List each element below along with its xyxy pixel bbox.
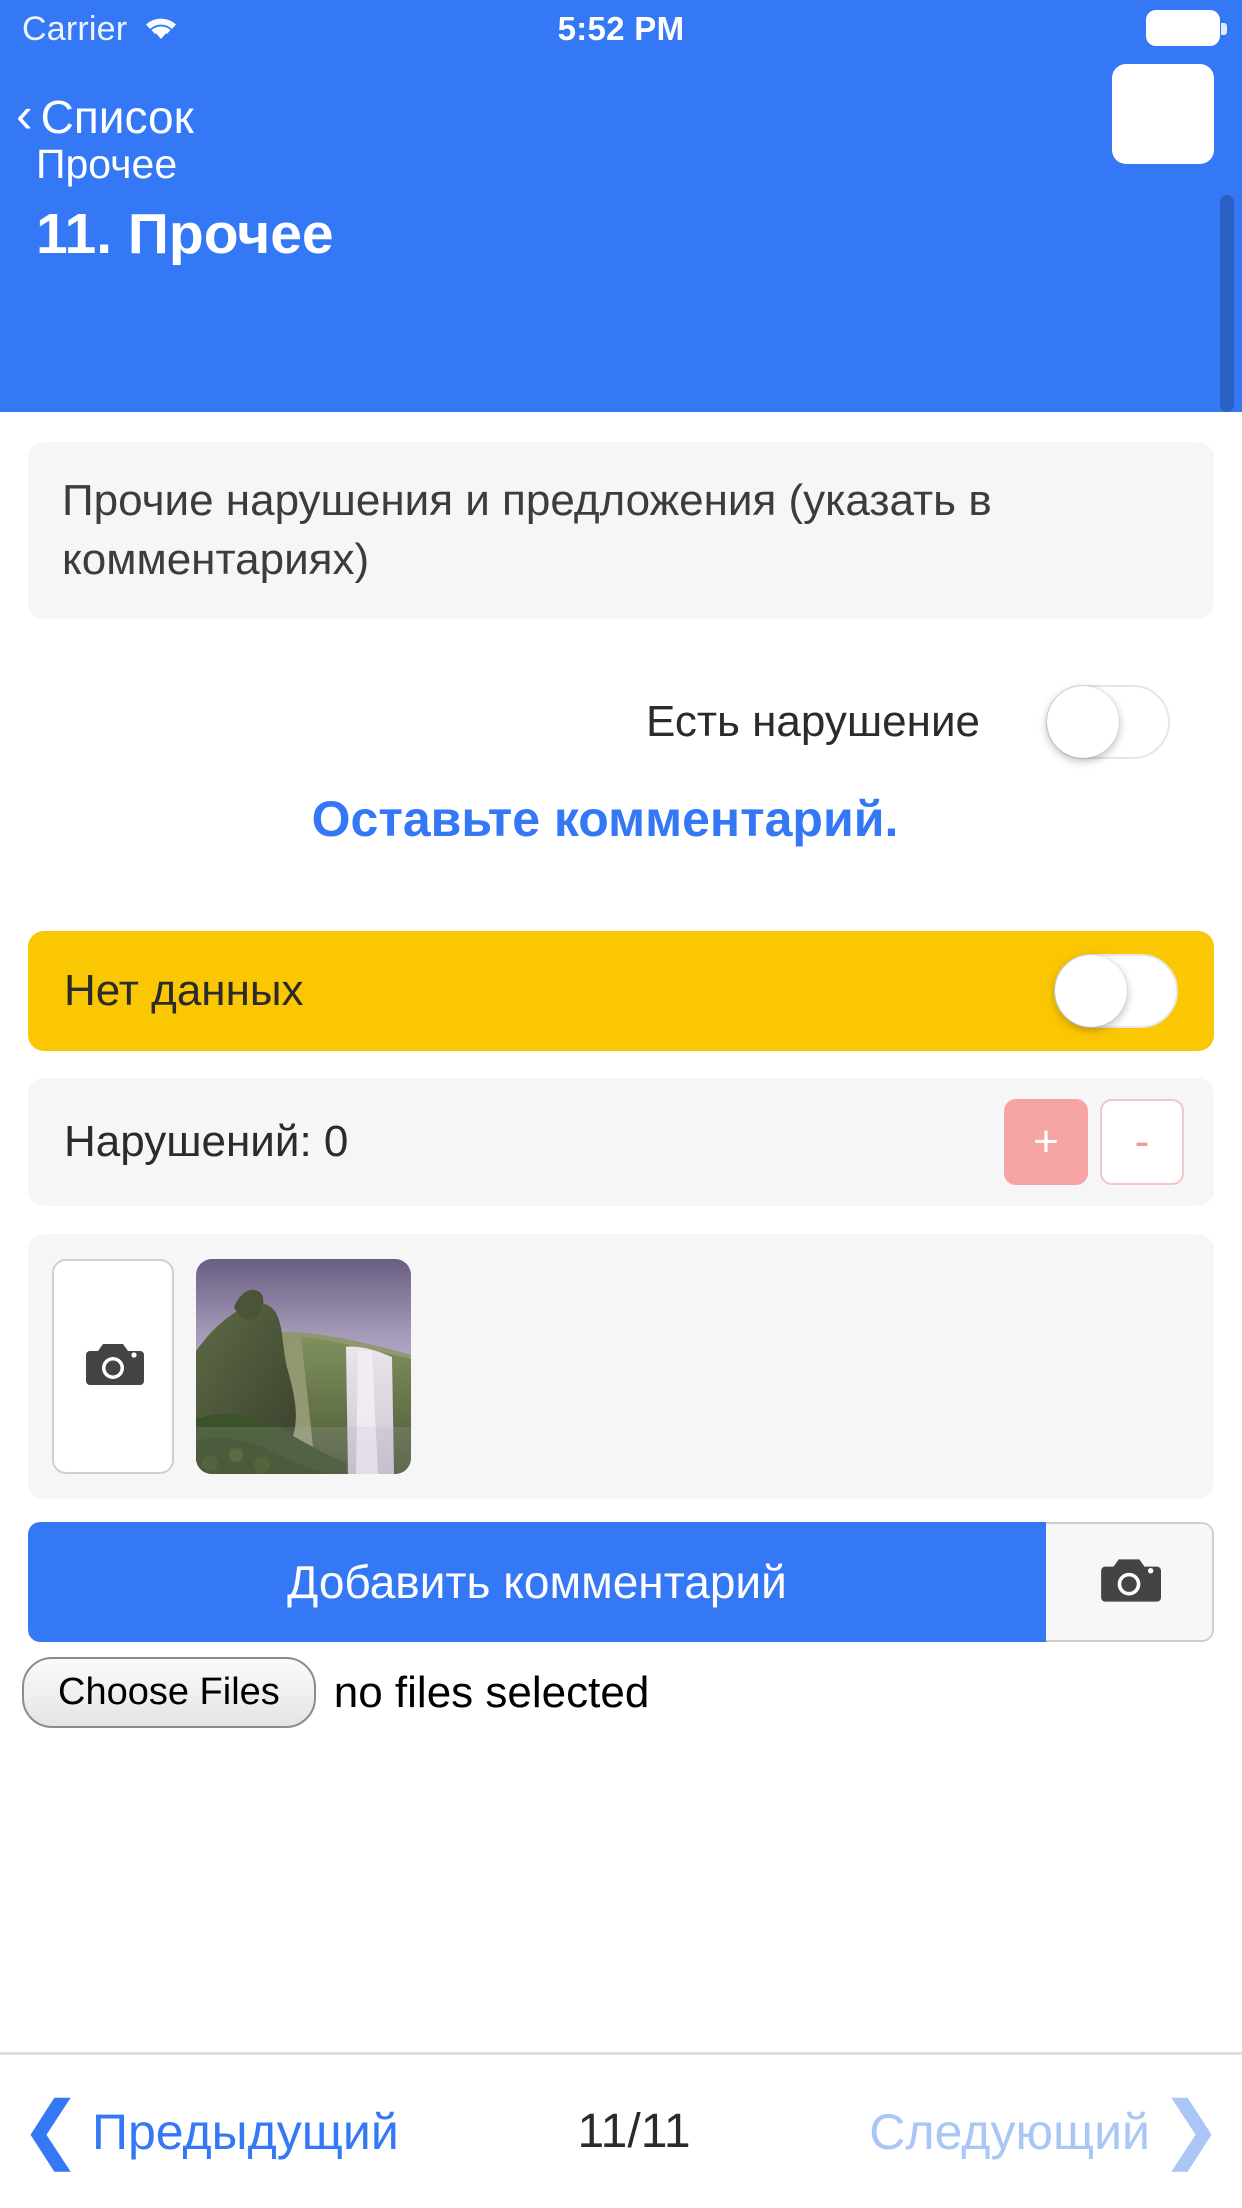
pagination-bar: ❮ Предыдущий 11/11 Следующий ❯ — [0, 2052, 1242, 2208]
no-data-toggle-knob — [1055, 955, 1127, 1027]
comment-prompt: Оставьте комментарий. — [311, 791, 899, 847]
breadcrumb: Прочее — [36, 141, 178, 187]
chevron-left-icon: ‹ — [16, 87, 33, 143]
violation-count-label: Нарушений: 0 — [64, 1117, 349, 1166]
previous-button[interactable]: ❮ Предыдущий — [20, 2091, 399, 2166]
back-button-label: Список — [40, 91, 194, 143]
chevron-left-icon: ❮ — [20, 2086, 83, 2170]
status-bar-right — [1146, 10, 1227, 46]
status-bar: Carrier 5:52 PM — [0, 0, 1242, 58]
app-screen: Carrier 5:52 PM ‹ Список Прочее 11. Проч… — [0, 0, 1242, 2208]
header-action-button[interactable] — [1112, 64, 1214, 164]
nav-bar: ‹ Список — [0, 62, 1242, 172]
chevron-right-icon: ❯ — [1159, 2086, 1222, 2170]
clock-label: 5:52 PM — [557, 10, 685, 47]
description-card: Прочие нарушения и предложения (указать … — [28, 442, 1214, 620]
previous-label: Предыдущий — [92, 2103, 399, 2160]
no-data-label: Нет данных — [64, 966, 304, 1015]
counter-buttons: + - — [1004, 1099, 1184, 1185]
next-button[interactable]: Следующий ❯ — [869, 2091, 1222, 2166]
add-comment-row: Добавить комментарий — [28, 1522, 1214, 1642]
violation-toggle[interactable] — [1046, 685, 1170, 759]
description-text: Прочие нарушения и предложения (указать … — [62, 476, 992, 584]
battery-full-icon — [1146, 10, 1227, 46]
scrollbar-thumb-top[interactable] — [1220, 195, 1234, 412]
photo-strip — [28, 1234, 1214, 1499]
violation-counter-row: Нарушений: 0 + - — [28, 1078, 1214, 1206]
violation-toggle-row: Есть нарушение — [0, 667, 1210, 777]
add-comment-button[interactable]: Добавить комментарий — [28, 1522, 1046, 1642]
add-photo-tile[interactable] — [52, 1259, 174, 1474]
photo-thumbnail[interactable] — [196, 1259, 411, 1474]
choose-files-button[interactable]: Choose Files — [22, 1657, 316, 1728]
camera-icon — [82, 1339, 144, 1394]
violation-label: Есть нарушение — [645, 697, 980, 746]
page-title: 11. Прочее — [36, 202, 334, 266]
next-label: Следующий — [869, 2103, 1150, 2160]
file-status-label: no files selected — [333, 1667, 650, 1717]
back-button[interactable]: ‹ Список — [0, 90, 194, 143]
page-header: Carrier 5:52 PM ‹ Список Прочее 11. Проч… — [0, 0, 1242, 412]
main-content: Прочие нарушения и предложения (указать … — [0, 412, 1242, 2052]
no-data-toggle[interactable] — [1054, 954, 1178, 1028]
file-input-row: Choose Files no files selected — [22, 1657, 649, 1728]
decrement-button[interactable]: - — [1100, 1099, 1184, 1185]
no-data-row: Нет данных — [28, 931, 1214, 1051]
violation-toggle-knob — [1047, 686, 1119, 758]
take-photo-button[interactable] — [1046, 1522, 1214, 1642]
increment-button[interactable]: + — [1004, 1099, 1088, 1185]
page-counter: 11/11 — [577, 2105, 691, 2158]
camera-icon — [1097, 1554, 1161, 1611]
